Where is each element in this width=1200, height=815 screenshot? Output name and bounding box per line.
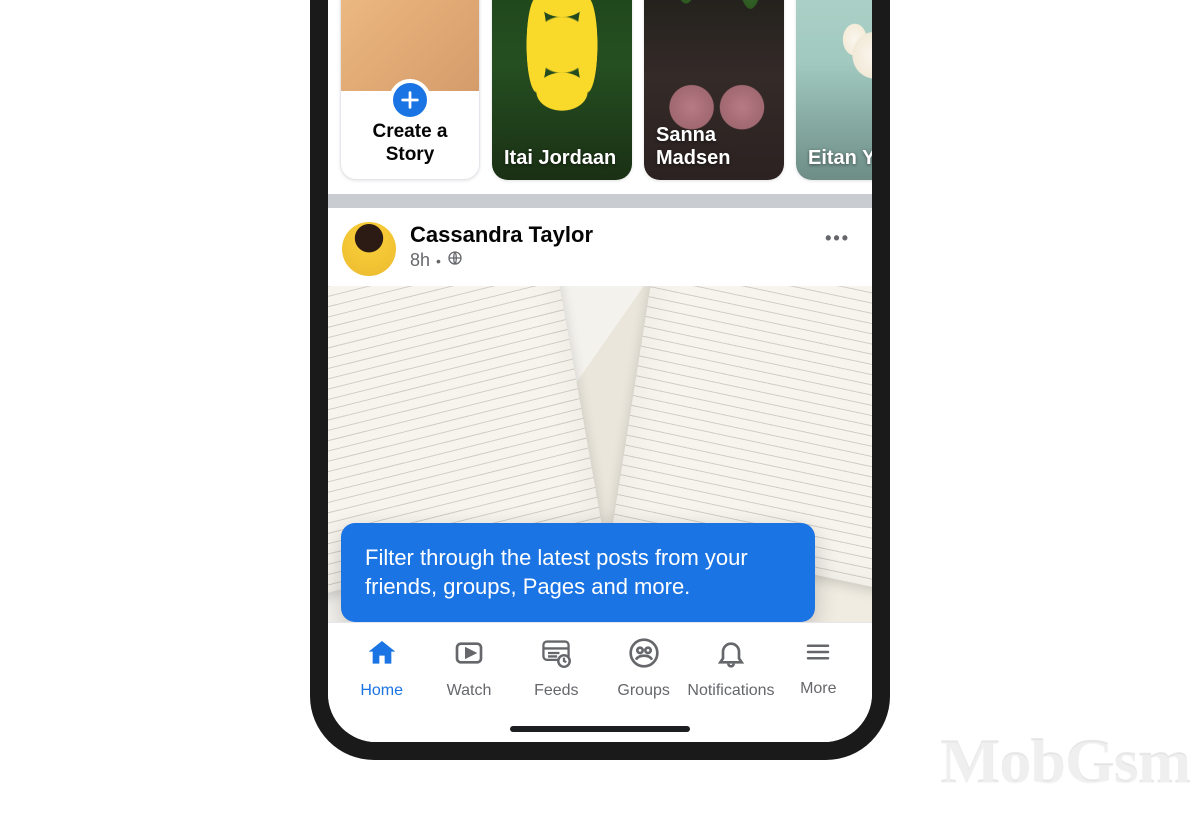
post-author[interactable]: Cassandra Taylor [410, 222, 817, 248]
section-divider [328, 194, 872, 208]
nav-label: Groups [617, 682, 669, 700]
screen: Create a Story Itai Jordaan Sanna Madsen… [328, 0, 872, 742]
phone-frame: Create a Story Itai Jordaan Sanna Madsen… [310, 0, 890, 760]
story-item[interactable]: Itai Jordaan [492, 0, 632, 180]
story-create[interactable]: Create a Story [340, 0, 480, 180]
story-item[interactable]: Sanna Madsen [644, 0, 784, 180]
post-time: 8h [410, 250, 430, 271]
nav-label: Home [360, 682, 403, 700]
story-name: Sanna Madsen [656, 124, 772, 170]
separator-dot: • [436, 253, 441, 269]
home-indicator [510, 726, 690, 732]
screen-content: Create a Story Itai Jordaan Sanna Madsen… [328, 0, 872, 742]
bell-icon [715, 637, 747, 674]
nav-home[interactable]: Home [338, 623, 425, 742]
story-item[interactable]: Eitan Yama [796, 0, 872, 180]
stories-row[interactable]: Create a Story Itai Jordaan Sanna Madsen… [328, 0, 872, 194]
feeds-tooltip[interactable]: Filter through the latest posts from you… [341, 523, 815, 622]
nav-watch[interactable]: Watch [425, 623, 512, 742]
nav-label: Notifications [687, 682, 774, 700]
home-icon [366, 637, 398, 674]
story-create-thumb [341, 0, 479, 91]
watermark: MobGsm [940, 725, 1190, 799]
plus-icon[interactable] [389, 79, 431, 121]
nav-label: More [800, 680, 836, 698]
story-name: Itai Jordaan [504, 147, 620, 170]
nav-more[interactable]: More [775, 623, 862, 742]
bottom-nav: Home Watch Feeds [328, 622, 872, 742]
nav-label: Feeds [534, 682, 578, 700]
globe-icon [447, 250, 463, 271]
post-header: Cassandra Taylor 8h • ••• [328, 208, 872, 286]
groups-icon [628, 637, 660, 674]
nav-groups[interactable]: Groups [600, 623, 687, 742]
nav-notifications[interactable]: Notifications [687, 623, 774, 742]
avatar[interactable] [342, 222, 396, 276]
nav-feeds[interactable]: Feeds [513, 623, 600, 742]
watch-icon [453, 637, 485, 674]
story-name: Eitan Yama [808, 147, 872, 170]
menu-icon [803, 637, 833, 672]
post-meta: Cassandra Taylor 8h • [410, 222, 817, 271]
post-more-button[interactable]: ••• [817, 222, 858, 255]
post-subline: 8h • [410, 250, 817, 271]
feeds-icon [540, 637, 572, 674]
story-create-label: Create a Story [341, 121, 479, 167]
nav-label: Watch [447, 682, 492, 700]
tooltip-text: Filter through the latest posts from you… [365, 545, 748, 600]
